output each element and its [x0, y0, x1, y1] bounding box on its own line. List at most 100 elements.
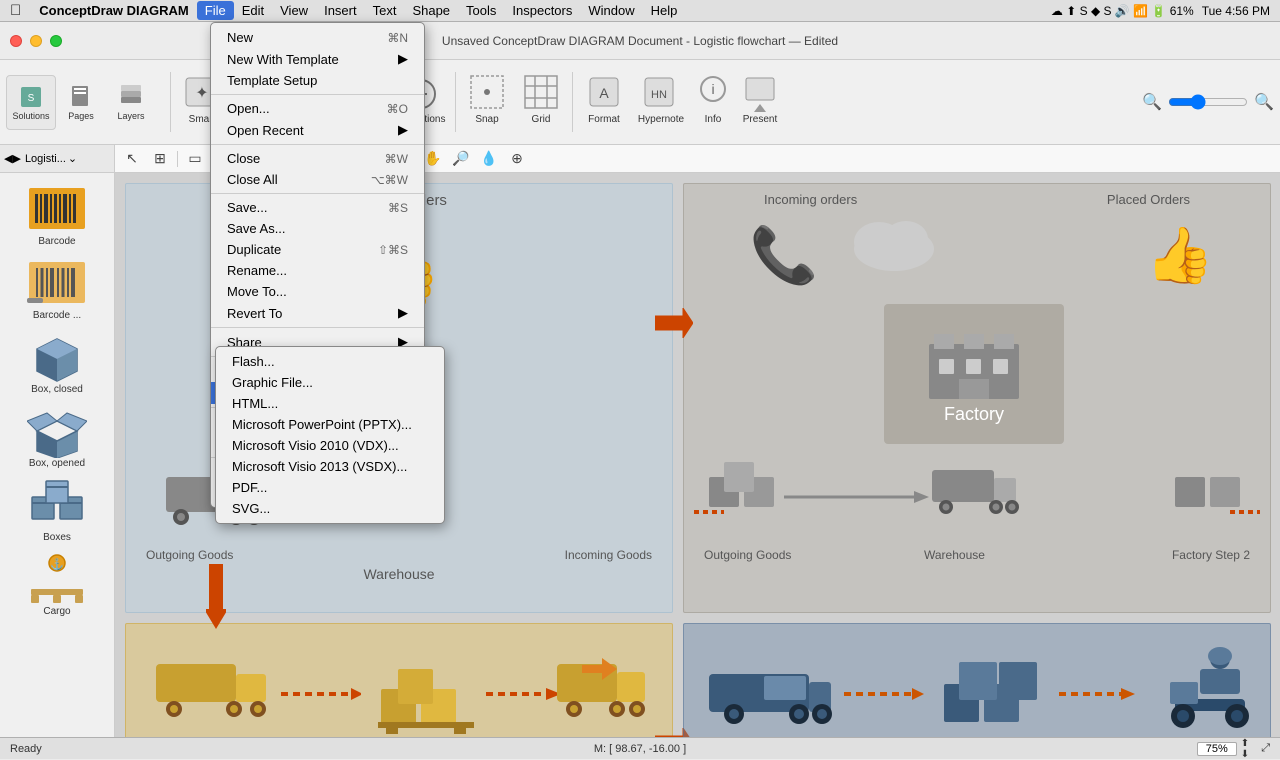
- zoom-slider[interactable]: [1168, 94, 1248, 110]
- factory-step2-label: Factory Step 2: [1172, 548, 1250, 562]
- menu-shape[interactable]: Shape: [404, 1, 458, 20]
- diagram-top-right: Incoming orders 📞 Placed Orders 👍: [683, 183, 1271, 613]
- box-closed-label: Box, closed: [31, 384, 83, 395]
- menu-close-all[interactable]: Close All ⌥⌘W: [211, 169, 424, 190]
- menu-save-as[interactable]: Save As...: [211, 218, 424, 239]
- maximize-window-button[interactable]: [50, 35, 62, 47]
- zoom-stepper[interactable]: ⬆⬇: [1241, 738, 1249, 760]
- panel-item-boxes[interactable]: Boxes: [22, 477, 92, 543]
- export-pdf[interactable]: PDF...: [216, 477, 444, 498]
- truck-outgoing-bl: [552, 654, 652, 724]
- zoom-control[interactable]: ⬆⬇: [1197, 738, 1249, 760]
- export-vsdx[interactable]: Microsoft Visio 2013 (VSDX)...: [216, 456, 444, 477]
- dashed-arrows-br: [844, 684, 924, 709]
- truck-incoming-bl: [146, 654, 276, 724]
- solutions-tab[interactable]: S Solutions: [6, 75, 56, 130]
- pages-label: Pages: [68, 111, 94, 121]
- zoom-tool[interactable]: 🔎: [448, 149, 474, 169]
- pointer-tool[interactable]: ↖: [119, 149, 145, 169]
- menu-rename[interactable]: Rename...: [211, 260, 424, 281]
- grid-tool[interactable]: Grid: [516, 70, 566, 135]
- table-tool[interactable]: ⊞: [147, 149, 173, 169]
- panel-item-cargo[interactable]: ⚓ Cargo: [22, 551, 92, 617]
- menu-open[interactable]: Open... ⌘O: [211, 98, 424, 119]
- menu-edit[interactable]: Edit: [234, 1, 272, 20]
- present-tool[interactable]: Present: [737, 70, 783, 135]
- pages-tab[interactable]: Pages: [56, 75, 106, 130]
- layers-tab[interactable]: Layers: [106, 75, 156, 130]
- info-tool[interactable]: i Info: [693, 70, 733, 135]
- status-ready: Ready: [10, 743, 42, 755]
- hypernote-tool[interactable]: HN Hypernote: [633, 70, 689, 135]
- grid-label: Grid: [532, 114, 551, 125]
- menu-close[interactable]: Close ⌘W: [211, 148, 424, 169]
- diagram-bottom-right: Incoming Goods Outgoing Goods: [683, 623, 1271, 737]
- svg-text:S: S: [28, 93, 35, 104]
- incoming-goods-label-tl: Incoming Goods: [565, 548, 652, 562]
- menu-move-to[interactable]: Move To...: [211, 281, 424, 302]
- export-flash[interactable]: Flash...: [216, 351, 444, 372]
- menu-duplicate[interactable]: Duplicate ⇧⌘S: [211, 239, 424, 260]
- outgoing-goods-label-tr: Outgoing Goods: [704, 548, 791, 562]
- menu-help[interactable]: Help: [643, 1, 686, 20]
- back-btn[interactable]: ◀: [4, 152, 12, 165]
- breadcrumb-dropdown[interactable]: ⌄: [68, 152, 77, 165]
- breadcrumb-bar: ◀ ▶ Logisti... ⌄: [0, 145, 115, 173]
- export-svg[interactable]: SVG...: [216, 498, 444, 519]
- menu-text[interactable]: Text: [365, 1, 405, 20]
- clock: Tue 4:56 PM: [1202, 4, 1270, 18]
- export-vdx[interactable]: Microsoft Visio 2010 (VDX)...: [216, 435, 444, 456]
- app-name[interactable]: ConceptDraw DIAGRAM: [31, 3, 197, 18]
- arrows-tr-center: [784, 487, 934, 512]
- close-window-button[interactable]: [10, 35, 22, 47]
- menu-insert[interactable]: Insert: [316, 1, 365, 20]
- zoom-value[interactable]: [1197, 742, 1237, 756]
- format-tool[interactable]: A Format: [579, 70, 629, 135]
- info-label: Info: [705, 114, 722, 125]
- menu-tools[interactable]: Tools: [458, 1, 504, 20]
- factory-label: Factory: [944, 404, 1004, 425]
- panel-item-box-closed[interactable]: Box, closed: [22, 329, 92, 395]
- resize-handle[interactable]: ⤢: [1261, 742, 1270, 755]
- apple-menu[interactable]: : [0, 2, 31, 19]
- svg-text:✦: ✦: [195, 85, 208, 102]
- truck-icon-tr: [924, 462, 1024, 522]
- menu-view[interactable]: View: [272, 1, 316, 20]
- barcode-icon: [22, 181, 92, 236]
- forward-btn[interactable]: ▶: [12, 152, 20, 165]
- panel-item-barcode[interactable]: Barcode: [22, 181, 92, 247]
- sep1: [211, 94, 424, 95]
- cargo-label: Cargo: [43, 606, 70, 617]
- menu-file[interactable]: File: [197, 1, 234, 20]
- barcode2-icon: [22, 255, 92, 310]
- panel-item-barcode2[interactable]: Barcode ...: [22, 255, 92, 321]
- svg-text:👍: 👍: [1146, 224, 1214, 287]
- rect-tool[interactable]: ▭: [182, 149, 208, 169]
- export-html[interactable]: HTML...: [216, 393, 444, 414]
- export-submenu: Flash... Graphic File... HTML... Microso…: [215, 346, 445, 524]
- export-graphic-file[interactable]: Graphic File...: [216, 372, 444, 393]
- minimize-window-button[interactable]: [30, 35, 42, 47]
- menubar:  ConceptDraw DIAGRAM File Edit View Ins…: [0, 0, 1280, 22]
- menu-new[interactable]: New ⌘N: [211, 27, 424, 48]
- boxes-label: Boxes: [43, 532, 71, 543]
- panel-item-box-opened[interactable]: Box, opened: [22, 403, 92, 469]
- menu-inspectors[interactable]: Inspectors: [504, 1, 580, 20]
- eyedropper-tool[interactable]: ⊕: [504, 149, 530, 169]
- export-pptx[interactable]: Microsoft PowerPoint (PPTX)...: [216, 414, 444, 435]
- menu-open-recent[interactable]: Open Recent ▶: [211, 119, 424, 141]
- menu-new-with-template[interactable]: New With Template ▶: [211, 48, 424, 70]
- zoom-out-icon[interactable]: 🔍: [1142, 92, 1162, 112]
- svg-text:📞: 📞: [750, 220, 819, 287]
- sep4: [211, 327, 424, 328]
- menu-save[interactable]: Save... ⌘S: [211, 197, 424, 218]
- delivery-person-br: [1165, 644, 1255, 737]
- sep3: [211, 193, 424, 194]
- menu-template-setup[interactable]: Template Setup: [211, 70, 424, 91]
- menu-window[interactable]: Window: [580, 1, 642, 20]
- snap-tool[interactable]: Snap: [462, 70, 512, 135]
- menu-revert-to[interactable]: Revert To ▶: [211, 302, 424, 324]
- zoom-in-icon[interactable]: 🔍: [1254, 92, 1274, 112]
- color-tool[interactable]: 💧: [476, 149, 502, 169]
- boxes-bl: [376, 654, 476, 737]
